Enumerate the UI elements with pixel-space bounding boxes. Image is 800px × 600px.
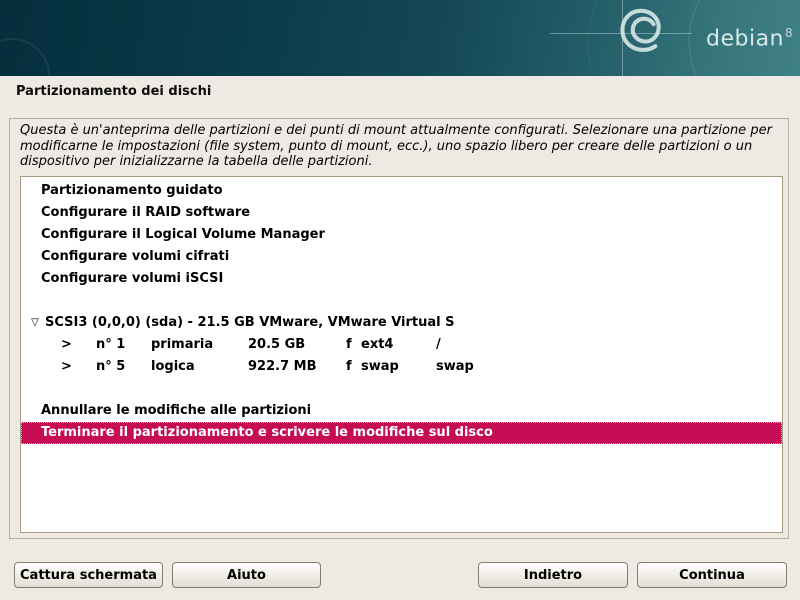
partition-number: n° 5 [96,356,151,378]
partition-list-rows: Partizionamento guidato Configurare il R… [21,177,782,444]
list-item-configure-lvm[interactable]: Configurare il Logical Volume Manager [21,224,782,246]
partition-list[interactable]: Partizionamento guidato Configurare il R… [20,176,783,533]
partition-filesystem: swap [361,356,436,378]
partition-flag: f [346,356,361,378]
partition-mountpoint: swap [436,356,474,378]
partition-type: primaria [151,334,248,356]
partition-marker-icon: > [61,334,96,356]
continue-button[interactable]: Continua [637,562,787,588]
page-title: Partizionamento dei dischi [16,84,211,99]
help-button[interactable]: Aiuto [172,562,321,588]
list-spacer [21,378,782,400]
disk-label: SCSI3 (0,0,0) (sda) - 21.5 GB VMware, VM… [45,312,454,334]
partition-filesystem: ext4 [361,334,436,356]
partition-type: logica [151,356,248,378]
brand-name: debian [706,26,784,51]
content-frame: Questa è un'anteprima delle partizioni e… [9,118,789,539]
screenshot-button[interactable]: Cattura schermata [14,562,163,588]
partition-number: n° 1 [96,334,151,356]
step-description: Questa è un'anteprima delle partizioni e… [20,123,786,170]
partition-marker-icon: > [61,356,96,378]
installer-banner: debian8 [0,0,800,76]
list-item-configure-encrypted[interactable]: Configurare volumi cifrati [21,246,782,268]
debian-logo-text: debian8 [706,20,793,52]
back-button[interactable]: Indietro [478,562,628,588]
list-item-undo-changes[interactable]: Annullare le modifiche alle partizioni [21,400,782,422]
list-item-partition-1[interactable]: > n° 1 primaria 20.5 GB f ext4 / [21,334,782,356]
list-item-partition-5[interactable]: > n° 5 logica 922.7 MB f swap swap [21,356,782,378]
list-item-disk-sda[interactable]: ▽ SCSI3 (0,0,0) (sda) - 21.5 GB VMware, … [21,312,782,334]
list-item-finish-partitioning-selected[interactable]: Terminare il partizionamento e scrivere … [21,422,782,444]
partition-mountpoint: / [436,334,441,356]
list-spacer [21,290,782,312]
partition-size: 922.7 MB [248,356,304,378]
list-item-guided-partitioning[interactable]: Partizionamento guidato [21,180,782,202]
decor-swirl-corner [0,38,50,76]
expander-triangle-icon[interactable]: ▽ [27,312,43,334]
brand-version: 8 [785,26,793,40]
list-item-configure-iscsi[interactable]: Configurare volumi iSCSI [21,268,782,290]
debian-swirl-icon [617,5,675,63]
list-item-configure-raid[interactable]: Configurare il RAID software [21,202,782,224]
partition-size: 20.5 GB [248,334,304,356]
partition-flag: f [346,334,361,356]
